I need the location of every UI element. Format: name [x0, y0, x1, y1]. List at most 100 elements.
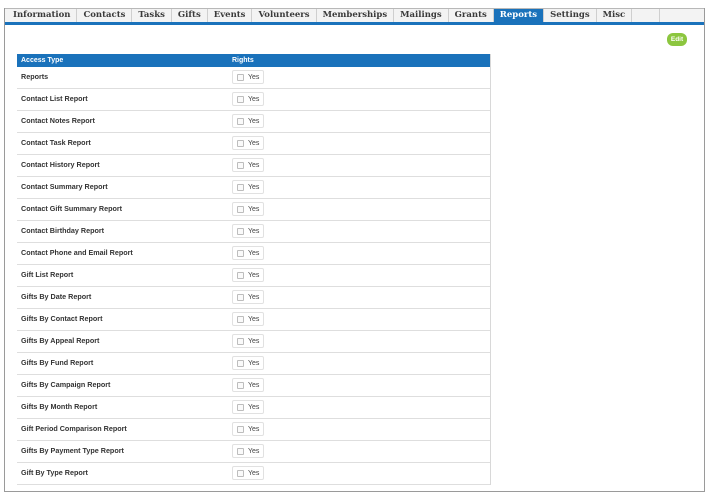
table-row: Contact Birthday Report Yes	[17, 221, 490, 243]
rights-cell: Yes	[229, 331, 490, 352]
table-row: Gifts By Month Report Yes	[17, 397, 490, 419]
yes-checkbox[interactable]	[237, 403, 244, 411]
access-type-label: Contact Notes Report	[21, 116, 95, 125]
table-row: Contact Phone and Email Report Yes	[17, 243, 490, 265]
yes-checkbox-group[interactable]: Yes	[232, 466, 265, 480]
yes-checkbox-group[interactable]: Yes	[232, 444, 265, 458]
access-type-label: Gift By Type Report	[21, 468, 88, 477]
rights-cell: Yes	[229, 155, 490, 176]
tab-contacts[interactable]: Contacts	[77, 9, 133, 22]
yes-checkbox[interactable]	[237, 293, 244, 301]
tab-grants[interactable]: Grants	[449, 9, 494, 22]
access-type-label: Gift List Report	[21, 270, 74, 279]
tab-information[interactable]: Information	[7, 9, 78, 22]
tab-reports[interactable]: Reports	[493, 9, 545, 22]
yes-checkbox-label: Yes	[248, 73, 260, 81]
yes-checkbox[interactable]	[237, 469, 244, 477]
yes-checkbox[interactable]	[237, 95, 244, 103]
table-row: Gifts By Date Report Yes	[17, 287, 490, 309]
yes-checkbox-group[interactable]: Yes	[232, 356, 265, 370]
yes-checkbox[interactable]	[237, 249, 244, 257]
yes-checkbox-group[interactable]: Yes	[232, 158, 265, 172]
yes-checkbox-label: Yes	[248, 425, 260, 433]
yes-checkbox[interactable]	[237, 425, 244, 433]
yes-checkbox[interactable]	[237, 183, 244, 191]
edit-button[interactable]: Edit	[667, 33, 687, 46]
yes-checkbox[interactable]	[237, 271, 244, 279]
tab-misc[interactable]: Misc	[597, 9, 633, 22]
yes-checkbox-group[interactable]: Yes	[232, 378, 265, 392]
yes-checkbox[interactable]	[237, 117, 244, 125]
tab-volunteers[interactable]: Volunteers	[252, 9, 317, 22]
rights-cell: Yes	[229, 463, 490, 484]
tab-memberships[interactable]: Memberships	[317, 9, 395, 22]
tab-gifts[interactable]: Gifts	[172, 9, 208, 22]
yes-checkbox[interactable]	[237, 337, 244, 345]
table-row: Gifts By Fund Report Yes	[17, 353, 490, 375]
yes-checkbox-group[interactable]: Yes	[232, 422, 265, 436]
yes-checkbox-group[interactable]: Yes	[232, 70, 265, 84]
access-type-label: Contact History Report	[21, 160, 100, 169]
yes-checkbox-label: Yes	[248, 139, 260, 147]
rights-cell: Yes	[229, 67, 490, 88]
yes-checkbox-group[interactable]: Yes	[232, 334, 265, 348]
access-type-label: Gifts By Campaign Report	[21, 380, 111, 389]
access-type-label: Contact Phone and Email Report	[21, 248, 133, 257]
yes-checkbox-group[interactable]: Yes	[232, 180, 265, 194]
tab-spacer	[632, 9, 661, 22]
yes-checkbox-label: Yes	[248, 183, 260, 191]
tab-events[interactable]: Events	[208, 9, 253, 22]
yes-checkbox-group[interactable]: Yes	[232, 224, 265, 238]
yes-checkbox[interactable]	[237, 447, 244, 455]
yes-checkbox[interactable]	[237, 381, 244, 389]
yes-checkbox[interactable]	[237, 315, 244, 323]
yes-checkbox-label: Yes	[248, 447, 260, 455]
rights-cell: Yes	[229, 441, 490, 462]
rights-cell: Yes	[229, 243, 490, 264]
yes-checkbox-group[interactable]: Yes	[232, 202, 265, 216]
access-rights-table: Access Type Rights Reports Yes Contact Lis…	[17, 54, 491, 485]
yes-checkbox-group[interactable]: Yes	[232, 92, 265, 106]
access-type-label: Contact Task Report	[21, 138, 91, 147]
yes-checkbox[interactable]	[237, 359, 244, 367]
yes-checkbox[interactable]	[237, 227, 244, 235]
tab-settings[interactable]: Settings	[544, 9, 597, 22]
yes-checkbox-group[interactable]: Yes	[232, 400, 265, 414]
yes-checkbox[interactable]	[237, 161, 244, 169]
rights-cell: Yes	[229, 287, 490, 308]
rights-cell: Yes	[229, 419, 490, 440]
yes-checkbox-group[interactable]: Yes	[232, 312, 265, 326]
tab-tasks[interactable]: Tasks	[132, 9, 172, 22]
yes-checkbox-label: Yes	[248, 381, 260, 389]
yes-checkbox-group[interactable]: Yes	[232, 268, 265, 282]
yes-checkbox-group[interactable]: Yes	[232, 136, 265, 150]
yes-checkbox[interactable]	[237, 205, 244, 213]
table-row: Reports Yes	[17, 67, 490, 89]
table-row: Contact Summary Report Yes	[17, 177, 490, 199]
rights-cell: Yes	[229, 353, 490, 374]
rights-cell: Yes	[229, 309, 490, 330]
yes-checkbox-label: Yes	[248, 95, 260, 103]
yes-checkbox-group[interactable]: Yes	[232, 290, 265, 304]
table-row: Gift List Report Yes	[17, 265, 490, 287]
table-row: Contact Gift Summary Report Yes	[17, 199, 490, 221]
rights-cell: Yes	[229, 199, 490, 220]
yes-checkbox-label: Yes	[248, 403, 260, 411]
column-header-rights: Rights	[232, 57, 254, 64]
yes-checkbox[interactable]	[237, 73, 244, 81]
table-row: Gift Period Comparison Report Yes	[17, 419, 490, 441]
access-type-label: Gift Period Comparison Report	[21, 424, 127, 433]
yes-checkbox-group[interactable]: Yes	[232, 114, 265, 128]
yes-checkbox-label: Yes	[248, 227, 260, 235]
access-type-label: Contact Birthday Report	[21, 226, 105, 235]
yes-checkbox[interactable]	[237, 139, 244, 147]
access-type-label: Gifts By Contact Report	[21, 314, 103, 323]
table-body: Reports Yes Contact List Report Yes Contact …	[17, 67, 490, 485]
rights-cell: Yes	[229, 177, 490, 198]
access-type-label: Contact Gift Summary Report	[21, 204, 123, 213]
rights-cell: Yes	[229, 375, 490, 396]
yes-checkbox-group[interactable]: Yes	[232, 246, 265, 260]
yes-checkbox-label: Yes	[248, 249, 260, 257]
table-row: Gift By Type Report Yes	[17, 463, 490, 485]
tab-mailings[interactable]: Mailings	[394, 9, 449, 22]
